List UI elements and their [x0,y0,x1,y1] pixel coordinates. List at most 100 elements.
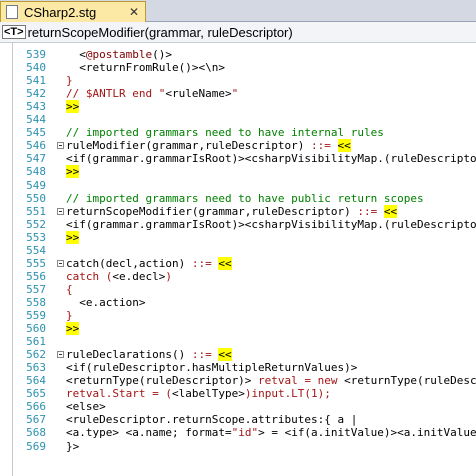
line-number: 541 [26,74,46,88]
code-text: <returnFromRule()><\n> [66,61,225,74]
code-text: }> [66,440,79,453]
line-number: 540 [26,61,46,75]
code-token: <ruleDescriptor.returnScope.attributes:{… [66,413,358,427]
code-text: ruleModifier(grammar,ruleDescriptor) ::=… [66,139,351,153]
navigation-dropdown[interactable]: returnScopeModifier(grammar, ruleDescrip… [28,25,293,40]
code-line[interactable]: 550 // imported grammars need to have pub… [0,192,476,205]
code-editor[interactable]: 539 <@postamble()> 540 <returnFromRule()>… [0,43,476,476]
document-tab-strip: CSharp2.stg ✕ [0,0,476,22]
code-token: " [231,87,239,101]
code-line[interactable]: 562 ruleDeclarations() ::= << [0,348,476,362]
code-text: <@postamble()> [66,48,172,61]
line-number: 554 [26,243,46,257]
code-line[interactable]: 546 ruleModifier(grammar,ruleDescriptor) … [0,139,476,153]
line-number: 542 [26,87,46,101]
code-text: returnScopeModifier(grammar,ruleDescript… [66,204,398,218]
code-line[interactable]: 556 catch (<e.decl>) [0,270,476,283]
template-delimiter: << [337,139,351,153]
code-line[interactable]: 564 <returnType(ruleDescriptor)> retval =… [0,374,476,387]
code-line[interactable]: 561 [0,335,476,348]
line-number: 548 [26,165,46,179]
code-token: )input.LT(1); [244,387,331,401]
code-line[interactable]: 560 >> [0,322,476,336]
code-token: <if(grammar.grammarIsRoot)><csharpVisibi… [66,217,476,231]
code-token: // $ANTLR end " [66,87,166,101]
code-token: < [66,48,86,61]
line-number: 556 [26,269,46,283]
code-line[interactable]: 569 }> [0,440,476,453]
code-text: catch(decl,action) ::= << [66,256,232,270]
line-number: 567 [26,413,46,427]
close-icon[interactable]: ✕ [129,5,139,19]
code-text: <if(grammar.grammarIsRoot)><csharpVisibi… [66,218,476,231]
code-line[interactable]: 539 <@postamble()> [0,48,476,61]
line-number: 562 [26,348,46,362]
template-delimiter: >> [66,100,80,114]
code-token: "id" [231,426,259,440]
code-line[interactable]: 557 { [0,283,476,296]
template-icon: <T> [2,25,26,39]
navigation-bar[interactable]: <T> returnScopeModifier(grammar, ruleDes… [0,22,476,43]
code-text: // imported grammars need to have intern… [66,126,384,139]
code-line[interactable]: 545 // imported grammars need to have int… [0,126,476,139]
code-token: <returnFromRule()><\n> [66,61,225,75]
code-token: ) [165,269,172,283]
line-number: 560 [26,322,46,336]
code-text: } [66,74,73,87]
code-text: >> [66,100,80,114]
code-text: { [66,283,73,296]
line-number: 549 [26,178,46,192]
code-text: <if(grammar.grammarIsRoot)><csharpVisibi… [66,152,476,165]
code-token: <labelType> [171,387,245,401]
code-token: > = <if(a.initValue)><a.initValue><else>… [258,426,476,440]
code-line[interactable]: 555 catch(decl,action) ::= << [0,256,476,270]
code-token: <if(grammar.grammarIsRoot)><csharpVisibi… [66,152,476,166]
code-token: retval = new [251,374,345,388]
code-line[interactable]: 544 [0,113,476,126]
code-line[interactable]: 549 [0,179,476,192]
code-token: ()> [152,48,172,61]
code-line[interactable]: 558 <e.action> [0,296,476,309]
collapse-toggle-icon[interactable] [57,207,64,215]
code-token: catch ( [66,269,113,283]
code-line[interactable]: 563 <if(ruleDescriptor.hasMultipleReturnV… [0,361,476,374]
code-token: // imported grammars need to have intern… [66,126,384,140]
code-line[interactable]: 540 <returnFromRule()><\n> [0,61,476,74]
line-number: 543 [26,100,46,114]
code-text: retval.Start = (<labelType>)input.LT(1); [66,387,331,400]
collapse-toggle-icon[interactable] [57,142,64,150]
code-token: <ruleName> [165,87,232,101]
code-line[interactable]: 552 <if(grammar.grammarIsRoot)><csharpVis… [0,218,476,231]
code-line[interactable]: 568 <a.type> <a.name; format="id"> = <if(… [0,426,476,439]
code-line[interactable]: 566 <else> [0,400,476,413]
code-line[interactable]: 541} [0,74,476,87]
code-line[interactable]: 554 [0,244,476,257]
code-line[interactable]: 543 >> [0,100,476,114]
document-tab[interactable]: CSharp2.stg ✕ [0,1,146,22]
line-number: 555 [26,256,46,270]
code-line[interactable]: 559} [0,309,476,322]
code-text: >> [66,165,80,179]
collapse-toggle-icon[interactable] [57,351,64,359]
template-delimiter: >> [66,230,80,244]
code-line[interactable]: 542 // $ANTLR end "<ruleName>" [0,87,476,100]
file-icon [6,5,18,19]
code-token: // imported grammars need to have public… [66,191,424,205]
code-text: // imported grammars need to have public… [66,192,424,205]
code-token: <if(ruleDescriptor.hasMultipleReturnValu… [66,361,358,375]
code-line[interactable]: 547 <if(grammar.grammarIsRoot)><csharpVis… [0,152,476,165]
code-text: <ruleDescriptor.returnScope.attributes:{… [66,413,357,426]
code-token: }> [66,439,80,453]
line-number: 561 [26,335,46,349]
code-token: ::= [311,139,331,153]
code-line[interactable]: 567 <ruleDescriptor.returnScope.attribute… [0,413,476,426]
code-token: <e.action> [66,295,146,309]
code-token: ::= [191,256,212,270]
collapse-toggle-icon[interactable] [57,259,64,267]
code-line[interactable]: 553 >> [0,230,476,244]
line-number: 569 [26,439,46,453]
code-line[interactable]: 565 retval.Start = (<labelType>)input.LT(… [0,387,476,400]
code-line[interactable]: 551 returnScopeModifier(grammar,ruleDescr… [0,204,476,218]
code-line[interactable]: 548 >> [0,165,476,179]
